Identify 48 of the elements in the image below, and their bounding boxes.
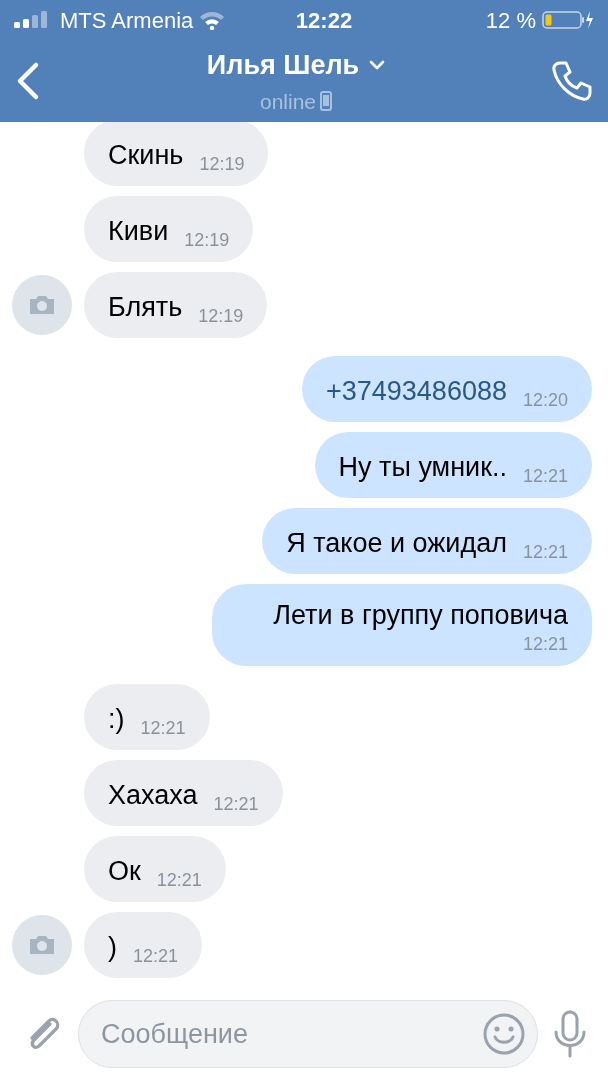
message-input[interactable]: Сообщение	[78, 1000, 538, 1068]
message-bubble[interactable]: Хахаха 12:21	[84, 760, 283, 826]
wifi-icon	[199, 10, 226, 30]
microphone-icon[interactable]	[552, 1010, 588, 1058]
battery-percent: 12 %	[485, 6, 536, 35]
message-text: Ну ты умник..	[338, 451, 507, 484]
message-bubble[interactable]: Блять 12:19	[84, 272, 268, 338]
message-text: Блять	[108, 291, 183, 324]
online-status: online	[259, 88, 317, 115]
message-text: Лети в группу поповича	[273, 599, 568, 632]
chevron-down-icon[interactable]	[369, 60, 386, 71]
message-time: 12:21	[522, 465, 568, 488]
message-bubble[interactable]: ) 12:21	[84, 912, 203, 978]
message-text: +37493486088	[326, 375, 507, 408]
phone-device-icon	[320, 91, 333, 112]
message-bubble[interactable]: +37493486088 12:20	[302, 356, 592, 422]
message-time: 12:21	[140, 717, 186, 740]
message-bubble[interactable]: Ок 12:21	[84, 836, 226, 902]
message-time: 12:19	[198, 305, 244, 328]
message-time: 12:21	[522, 633, 568, 656]
carrier-name: MTS Armenia	[60, 6, 194, 35]
avatar-placeholder-icon[interactable]	[12, 275, 72, 335]
message-text: :)	[108, 703, 125, 736]
message-time: 12:19	[199, 153, 245, 176]
message-time: 12:19	[184, 229, 230, 252]
message-bubble[interactable]: Скинь 12:19	[84, 122, 269, 186]
avatar-placeholder-icon[interactable]	[12, 915, 72, 975]
message-text: Ок	[108, 855, 141, 888]
message-time: 12:20	[522, 389, 568, 412]
message-time: 12:21	[213, 793, 259, 816]
phone-call-icon[interactable]	[550, 59, 594, 103]
message-bubble[interactable]: Киви 12:19	[84, 196, 254, 262]
message-bubble[interactable]: :) 12:21	[84, 684, 210, 750]
message-bubble[interactable]: Лети в группу поповича 12:21	[212, 584, 592, 666]
message-time: 12:21	[133, 945, 179, 968]
emoji-icon[interactable]	[482, 1012, 526, 1056]
message-time: 12:21	[156, 869, 202, 892]
message-text: Я такое и ожидал	[286, 527, 507, 560]
contact-name[interactable]: Илья Шель	[206, 45, 360, 86]
status-time: 12:22	[295, 6, 353, 35]
message-text: Хахаха	[108, 779, 198, 812]
message-bubble[interactable]: Ну ты умник.. 12:21	[314, 432, 592, 498]
message-text: )	[108, 931, 117, 964]
battery-icon	[542, 9, 594, 31]
message-bubble[interactable]: Я такое и ожидал 12:21	[262, 508, 592, 574]
message-text: Скинь	[108, 139, 184, 172]
message-text: Киви	[108, 215, 169, 248]
message-time: 12:21	[522, 541, 568, 564]
